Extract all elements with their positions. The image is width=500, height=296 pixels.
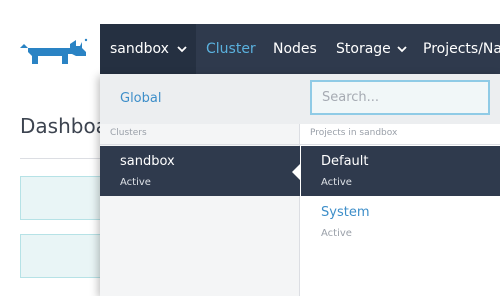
selection-pointer bbox=[292, 164, 300, 180]
project-item-system[interactable]: System Active bbox=[301, 197, 500, 247]
cluster-item-name: sandbox bbox=[120, 154, 175, 169]
clusters-heading-divider bbox=[100, 144, 300, 145]
top-navbar: sandbox Cluster Nodes Storage Projects/N… bbox=[100, 24, 500, 74]
projects-heading-divider bbox=[300, 144, 500, 145]
app-root: Dashboa sandbox Cluster Nodes Storage Pr… bbox=[0, 0, 500, 296]
cluster-item-state: Active bbox=[120, 177, 151, 188]
search-input[interactable] bbox=[310, 80, 490, 115]
chevron-down-icon bbox=[397, 46, 407, 53]
nav-storage[interactable]: Storage bbox=[336, 24, 407, 74]
chevron-down-icon bbox=[177, 46, 187, 53]
project-item-state: Active bbox=[321, 228, 352, 239]
project-item-name: Default bbox=[321, 154, 369, 169]
global-link[interactable]: Global bbox=[120, 91, 161, 106]
nav-nodes-label: Nodes bbox=[273, 41, 317, 57]
projects-heading: Projects in sandbox bbox=[310, 128, 398, 138]
cluster-switcher-button[interactable]: sandbox bbox=[100, 24, 196, 74]
nav-storage-label: Storage bbox=[336, 41, 391, 57]
nav-nodes[interactable]: Nodes bbox=[273, 24, 317, 74]
project-item-default[interactable]: Default Active bbox=[301, 146, 500, 196]
cluster-switcher-label: sandbox bbox=[110, 41, 169, 57]
cluster-item-sandbox[interactable]: sandbox Active bbox=[100, 146, 300, 196]
nav-projects-label: Projects/Nam bbox=[423, 41, 500, 57]
page-title: Dashboa bbox=[20, 114, 108, 138]
nav-cluster-label: Cluster bbox=[206, 41, 256, 57]
clusters-heading: Clusters bbox=[110, 128, 147, 138]
rancher-logo-icon[interactable] bbox=[20, 34, 90, 68]
project-item-name: System bbox=[321, 205, 370, 220]
nav-projects-namespaces[interactable]: Projects/Nam bbox=[423, 24, 500, 74]
nav-cluster[interactable]: Cluster bbox=[206, 24, 256, 74]
project-item-state: Active bbox=[321, 177, 352, 188]
cluster-project-dropdown: Global Clusters Projects in sandbox sand… bbox=[100, 74, 500, 296]
